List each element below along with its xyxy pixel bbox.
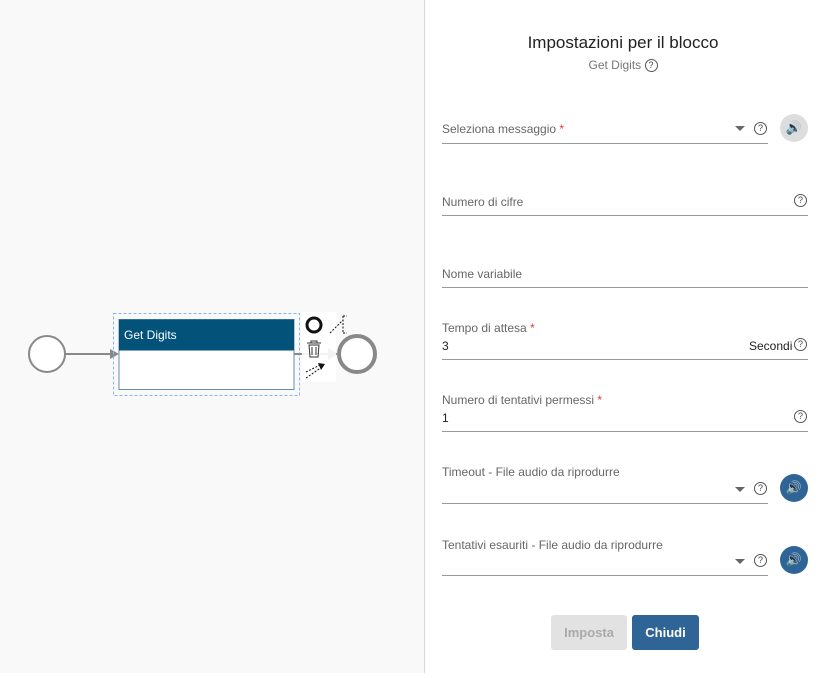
field-underline (442, 359, 808, 360)
wait-time-input[interactable]: 3 (442, 339, 742, 353)
wait-time-label: Tempo di attesa * (442, 321, 535, 335)
help-icon[interactable]: ? (644, 59, 658, 73)
dropdown-caret-icon[interactable] (735, 559, 745, 564)
field-label: Numero di tentativi permessi (442, 393, 595, 407)
field-underline (442, 287, 808, 288)
select-message-field[interactable]: Seleziona messaggio * (442, 122, 564, 136)
block-type: Get Digits (588, 58, 642, 72)
allowed-attempts-input[interactable]: 1 (442, 411, 782, 425)
dropdown-caret-icon[interactable] (735, 487, 745, 492)
required-mark: * (559, 122, 565, 136)
help-icon[interactable]: ? (754, 482, 767, 495)
panel-subtitle: Get Digits ? (426, 58, 820, 73)
field-label: Tempo di attesa (442, 321, 527, 335)
help-icon[interactable]: ? (754, 554, 767, 567)
apply-button[interactable]: Imposta (551, 615, 627, 650)
field-underline (442, 431, 808, 432)
field-label: Seleziona messaggio (442, 122, 557, 136)
start-event[interactable] (28, 335, 66, 373)
help-icon[interactable]: ? (794, 410, 807, 423)
dropdown-caret-icon[interactable] (735, 126, 745, 131)
arrow-head-icon (110, 349, 119, 359)
settings-panel: Impostazioni per il blocco Get Digits ? … (426, 0, 820, 673)
required-mark: * (530, 321, 535, 335)
diagram-canvas[interactable]: Get Digits (0, 0, 425, 673)
timeout-audio-label: Timeout - File audio da riprodurre (442, 465, 620, 479)
help-icon[interactable]: ? (754, 122, 767, 135)
panel-title: Impostazioni per il blocco (527, 33, 719, 52)
play-exhausted-audio-button[interactable]: 🔊 (780, 546, 808, 574)
required-mark: * (597, 393, 603, 407)
attempts-exhausted-audio-label: Tentativi esauriti - File audio da ripro… (442, 538, 663, 552)
help-icon[interactable]: ? (794, 338, 807, 351)
play-timeout-audio-button[interactable]: 🔊 (780, 474, 808, 502)
field-underline (442, 575, 768, 576)
variable-name-input[interactable] (442, 262, 808, 288)
diagram-svg (28, 312, 377, 396)
unit-label: Secondi (749, 339, 793, 353)
play-audio-button-disabled[interactable]: 🔊 (780, 114, 808, 142)
field-underline (442, 503, 768, 504)
digit-count-input[interactable] (442, 190, 808, 216)
end-event[interactable] (337, 334, 377, 374)
field-underline (442, 215, 808, 216)
field-underline (442, 143, 768, 144)
timeout-audio-select[interactable] (442, 480, 742, 502)
allowed-attempts-label: Numero di tentativi permessi * (442, 393, 602, 407)
close-button[interactable]: Chiudi (632, 615, 699, 650)
attempts-exhausted-audio-select[interactable] (442, 552, 742, 574)
help-icon[interactable]: ? (794, 194, 807, 207)
block-title: Get Digits (124, 328, 177, 342)
